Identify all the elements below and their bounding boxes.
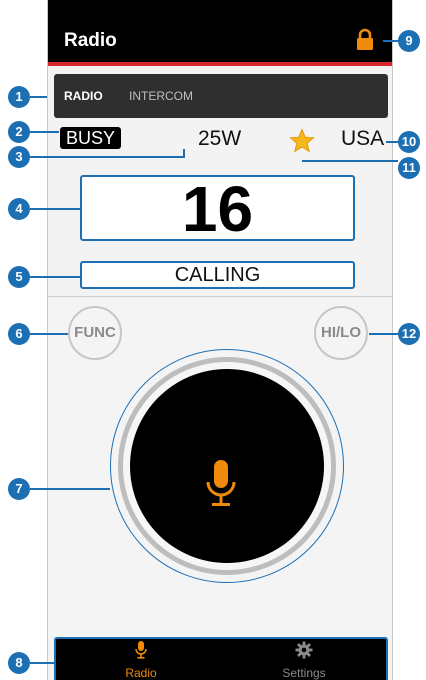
callout-line-7 xyxy=(30,488,110,490)
callout-badge-12: 12 xyxy=(398,323,420,345)
callout-line-6 xyxy=(30,333,68,335)
callout-line-11 xyxy=(302,160,398,162)
channel-number: 16 xyxy=(181,173,254,245)
channel-display[interactable]: 16 xyxy=(80,173,355,245)
tab-radio[interactable]: RADIO xyxy=(64,89,103,103)
callout-line-9 xyxy=(383,40,399,42)
bottom-nav: Radio Settings xyxy=(54,637,388,680)
callout-badge-10: 10 xyxy=(398,131,420,153)
nav-radio[interactable]: Radio xyxy=(81,641,201,680)
callout-badge-11: 11 xyxy=(398,157,420,179)
nav-settings-label: Settings xyxy=(282,666,326,680)
nav-settings[interactable]: Settings xyxy=(244,641,364,680)
callout-line-4 xyxy=(30,208,80,210)
app-title-bar: Radio xyxy=(48,0,392,62)
hilo-button[interactable]: HI/LO xyxy=(314,306,368,360)
radio-app-screen: Radio RADIO INTERCOM BUSY 25W USA 16 CAL… xyxy=(47,0,393,680)
callout-badge-1: 1 xyxy=(8,86,30,108)
callout-badge-9: 9 xyxy=(398,30,420,52)
mode-tabs: RADIO INTERCOM xyxy=(54,74,388,118)
callout-line-2 xyxy=(30,131,59,133)
nav-radio-label: Radio xyxy=(125,666,157,680)
callout-badge-2: 2 xyxy=(8,121,30,143)
region-readout[interactable]: USA xyxy=(341,127,384,151)
alert-bar xyxy=(48,62,392,66)
callout-line-8 xyxy=(30,662,54,664)
callout-badge-7: 7 xyxy=(8,478,30,500)
gear-icon xyxy=(295,641,313,659)
microphone-icon xyxy=(206,460,236,506)
callout-badge-8: 8 xyxy=(8,652,30,674)
busy-indicator: BUSY xyxy=(60,127,122,149)
callout-line-5 xyxy=(30,276,80,278)
callout-badge-4: 4 xyxy=(8,198,30,220)
callout-badge-6: 6 xyxy=(8,323,30,345)
func-button[interactable]: FUNC xyxy=(68,306,122,360)
microphone-icon xyxy=(135,641,147,659)
callout-line-3-h xyxy=(30,156,184,158)
callout-line-10 xyxy=(386,141,398,143)
star-icon[interactable] xyxy=(289,128,315,154)
lock-icon[interactable] xyxy=(356,28,374,50)
channel-status: CALLING xyxy=(80,261,355,289)
callout-badge-5: 5 xyxy=(8,266,30,288)
app-title: Radio xyxy=(64,30,117,51)
callout-line-3-v xyxy=(183,149,185,158)
callout-line-1 xyxy=(30,96,47,98)
tab-intercom[interactable]: INTERCOM xyxy=(129,89,193,103)
power-readout: 25W xyxy=(198,127,242,150)
callout-line-12 xyxy=(369,333,398,335)
callout-badge-3: 3 xyxy=(8,146,30,168)
